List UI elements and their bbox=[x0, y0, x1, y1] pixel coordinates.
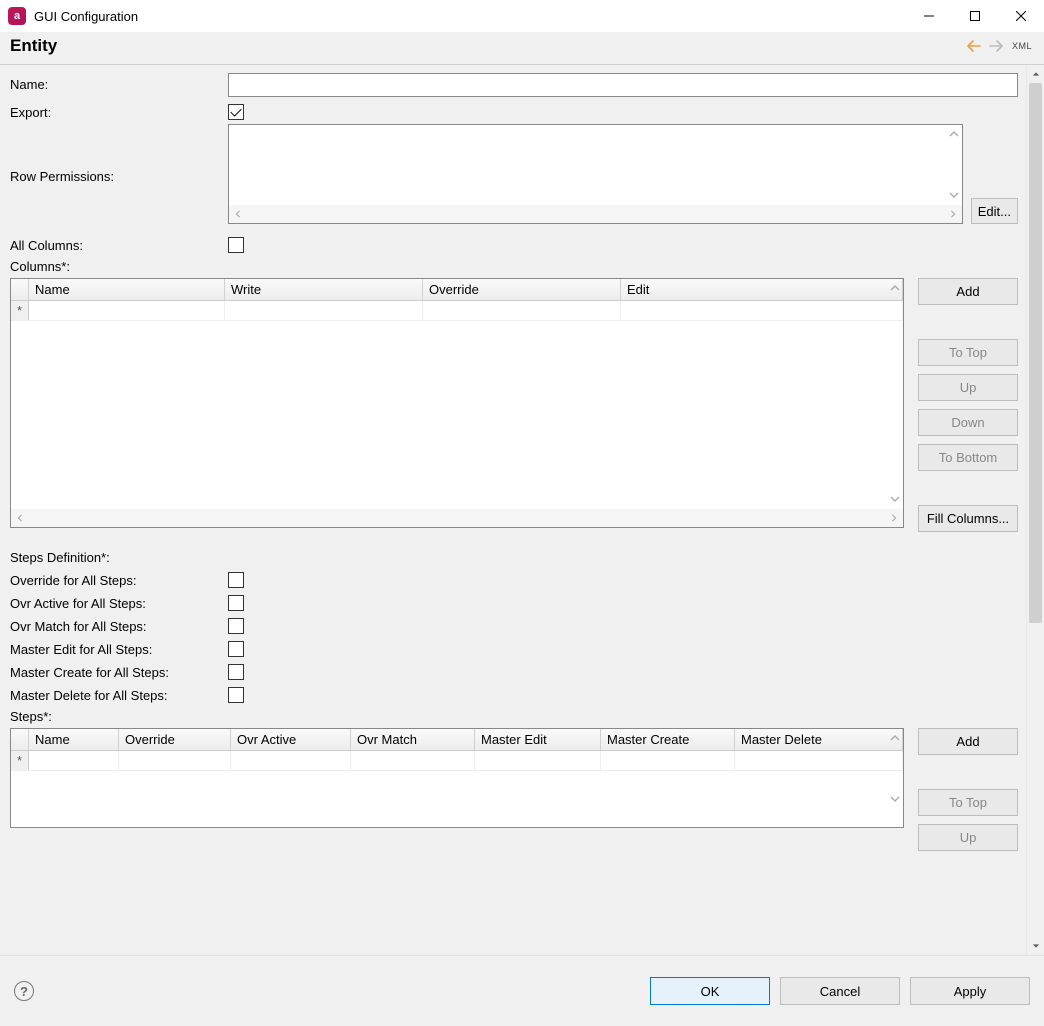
columns-to-bottom-button[interactable]: To Bottom bbox=[918, 444, 1018, 471]
columns-add-button[interactable]: Add bbox=[918, 278, 1018, 305]
scroll-down-icon[interactable] bbox=[890, 492, 900, 507]
columns-down-button[interactable]: Down bbox=[918, 409, 1018, 436]
scroll-down-icon[interactable] bbox=[949, 188, 959, 203]
scroll-up-icon[interactable] bbox=[890, 281, 900, 296]
ovr-active-all-checkbox[interactable] bbox=[228, 595, 244, 611]
help-icon[interactable]: ? bbox=[14, 981, 34, 1001]
row-permissions-label: Row Permissions: bbox=[10, 165, 228, 184]
steps-to-top-button[interactable]: To Top bbox=[918, 789, 1018, 816]
master-create-all-checkbox[interactable] bbox=[228, 664, 244, 680]
steps-label: Steps*: bbox=[10, 709, 1018, 724]
new-row-marker: * bbox=[11, 751, 29, 770]
steps-header-master-edit[interactable]: Master Edit bbox=[475, 729, 601, 750]
master-edit-all-checkbox[interactable] bbox=[228, 641, 244, 657]
export-checkbox[interactable] bbox=[228, 104, 244, 120]
columns-header-override[interactable]: Override bbox=[423, 279, 621, 300]
window-title: GUI Configuration bbox=[34, 9, 138, 24]
ovr-match-all-label: Ovr Match for All Steps: bbox=[10, 615, 228, 634]
steps-grid[interactable]: Name Override Ovr Active Ovr Match Maste… bbox=[10, 728, 904, 828]
columns-grid[interactable]: Name Write Override Edit * bbox=[10, 278, 904, 528]
steps-up-button[interactable]: Up bbox=[918, 824, 1018, 851]
master-delete-all-checkbox[interactable] bbox=[228, 687, 244, 703]
edit-row-permissions-button[interactable]: Edit... bbox=[971, 198, 1018, 224]
columns-up-button[interactable]: Up bbox=[918, 374, 1018, 401]
content-scrollbar[interactable] bbox=[1026, 65, 1044, 955]
scroll-down-icon[interactable] bbox=[1027, 937, 1044, 955]
content-area: Name: Export: Row Permissions: bbox=[0, 65, 1026, 955]
new-row-marker: * bbox=[11, 301, 29, 320]
steps-header-override[interactable]: Override bbox=[119, 729, 231, 750]
scroll-right-icon[interactable] bbox=[944, 205, 962, 223]
app-icon: a bbox=[8, 7, 26, 25]
apply-button[interactable]: Apply bbox=[910, 977, 1030, 1005]
minimize-button[interactable] bbox=[906, 0, 952, 32]
xml-label[interactable]: XML bbox=[1012, 41, 1032, 51]
row-permissions-listbox[interactable] bbox=[228, 124, 963, 224]
scroll-down-icon[interactable] bbox=[890, 792, 900, 807]
steps-header-master-delete[interactable]: Master Delete bbox=[735, 729, 903, 750]
scroll-left-icon[interactable] bbox=[11, 509, 29, 527]
scroll-up-icon[interactable] bbox=[949, 127, 959, 142]
steps-header-master-create[interactable]: Master Create bbox=[601, 729, 735, 750]
fill-columns-button[interactable]: Fill Columns... bbox=[918, 505, 1018, 532]
page-header: Entity XML bbox=[0, 32, 1044, 65]
ok-button[interactable]: OK bbox=[650, 977, 770, 1005]
cancel-button[interactable]: Cancel bbox=[780, 977, 900, 1005]
nav-back-icon[interactable] bbox=[966, 39, 982, 53]
master-edit-all-label: Master Edit for All Steps: bbox=[10, 638, 228, 657]
name-input[interactable] bbox=[228, 73, 1018, 97]
name-label: Name: bbox=[10, 73, 228, 92]
ovr-match-all-checkbox[interactable] bbox=[228, 618, 244, 634]
page-title: Entity bbox=[10, 36, 57, 56]
titlebar: a GUI Configuration bbox=[0, 0, 1044, 32]
scroll-left-icon[interactable] bbox=[229, 205, 247, 223]
master-delete-all-label: Master Delete for All Steps: bbox=[10, 684, 228, 703]
all-columns-label: All Columns: bbox=[10, 234, 228, 253]
steps-definition-label: Steps Definition*: bbox=[10, 550, 1018, 565]
export-label: Export: bbox=[10, 101, 228, 120]
scroll-up-icon[interactable] bbox=[890, 731, 900, 746]
columns-to-top-button[interactable]: To Top bbox=[918, 339, 1018, 366]
scroll-up-icon[interactable] bbox=[1027, 65, 1044, 83]
columns-header-name[interactable]: Name bbox=[29, 279, 225, 300]
close-button[interactable] bbox=[998, 0, 1044, 32]
steps-header-name[interactable]: Name bbox=[29, 729, 119, 750]
steps-add-button[interactable]: Add bbox=[918, 728, 1018, 755]
maximize-button[interactable] bbox=[952, 0, 998, 32]
columns-label: Columns*: bbox=[10, 259, 1018, 274]
columns-header-write[interactable]: Write bbox=[225, 279, 423, 300]
master-create-all-label: Master Create for All Steps: bbox=[10, 661, 228, 680]
scrollbar-thumb[interactable] bbox=[1029, 83, 1042, 623]
override-all-checkbox[interactable] bbox=[228, 572, 244, 588]
ovr-active-all-label: Ovr Active for All Steps: bbox=[10, 592, 228, 611]
table-row[interactable]: * bbox=[11, 301, 903, 321]
table-row[interactable]: * bbox=[11, 751, 903, 771]
override-all-label: Override for All Steps: bbox=[10, 569, 228, 588]
scroll-right-icon[interactable] bbox=[885, 509, 903, 527]
footer: ? OK Cancel Apply bbox=[0, 956, 1044, 1026]
steps-header-ovr-active[interactable]: Ovr Active bbox=[231, 729, 351, 750]
steps-header-ovr-match[interactable]: Ovr Match bbox=[351, 729, 475, 750]
columns-header-edit[interactable]: Edit bbox=[621, 279, 903, 300]
all-columns-checkbox[interactable] bbox=[228, 237, 244, 253]
nav-forward-icon[interactable] bbox=[988, 39, 1004, 53]
